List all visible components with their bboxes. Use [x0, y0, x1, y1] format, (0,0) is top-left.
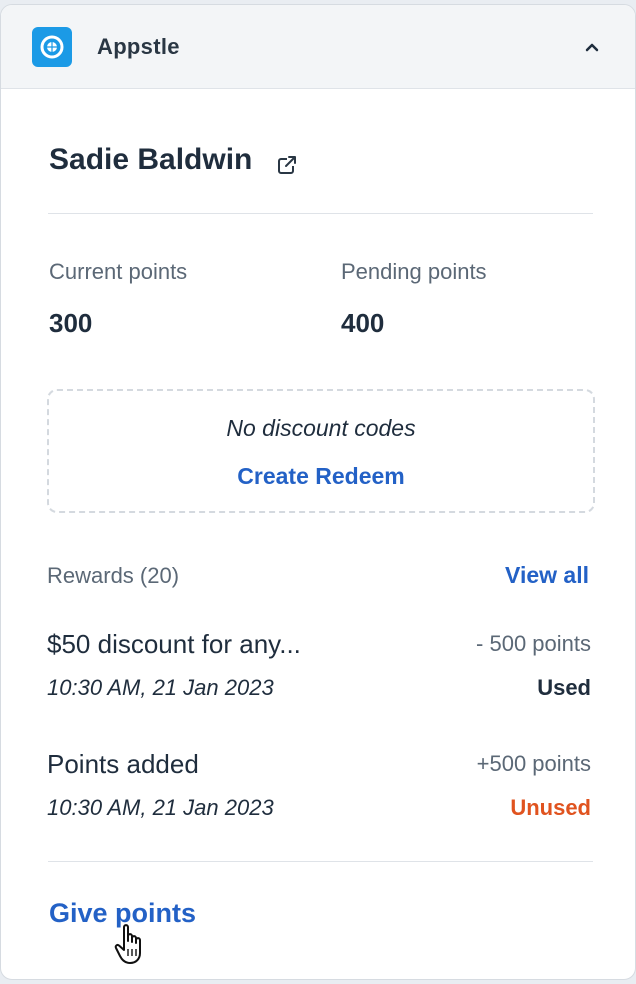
current-points-label: Current points — [49, 259, 188, 284]
reward-title: Points added — [47, 749, 199, 779]
external-link-icon[interactable] — [276, 154, 298, 176]
reward-title: $50 discount for any... — [47, 629, 301, 659]
divider — [48, 213, 593, 214]
rewards-header: Rewards (20) — [47, 563, 180, 588]
view-all-link[interactable]: View all — [505, 562, 589, 589]
no-discount-codes-text: No discount codes — [226, 415, 416, 441]
appstle-card: Appstle Sadie Baldwin Current points 300… — [0, 4, 636, 980]
customer-name[interactable]: Sadie Baldwin — [49, 143, 252, 177]
reward-date: 10:30 AM, 21 Jan 2023 — [47, 675, 274, 700]
reward-date: 10:30 AM, 21 Jan 2023 — [47, 795, 274, 820]
reward-points: +500 points — [476, 751, 591, 776]
reward-points: - 500 points — [476, 631, 591, 656]
card-header[interactable]: Appstle — [1, 5, 635, 89]
pending-points-label: Pending points — [341, 259, 487, 284]
current-points-value: 300 — [49, 308, 93, 338]
pending-points-value: 400 — [341, 308, 385, 338]
appstle-logo-icon — [32, 27, 72, 67]
app-name: Appstle — [97, 34, 180, 59]
hand-cursor-icon — [114, 923, 150, 967]
divider — [48, 861, 593, 862]
status-badge: Unused — [510, 795, 591, 820]
chevron-up-icon[interactable] — [581, 39, 603, 55]
discount-codes-box: No discount codes Create Redeem — [47, 389, 595, 513]
create-redeem-link[interactable]: Create Redeem — [49, 463, 593, 490]
status-badge: Used — [537, 675, 591, 700]
